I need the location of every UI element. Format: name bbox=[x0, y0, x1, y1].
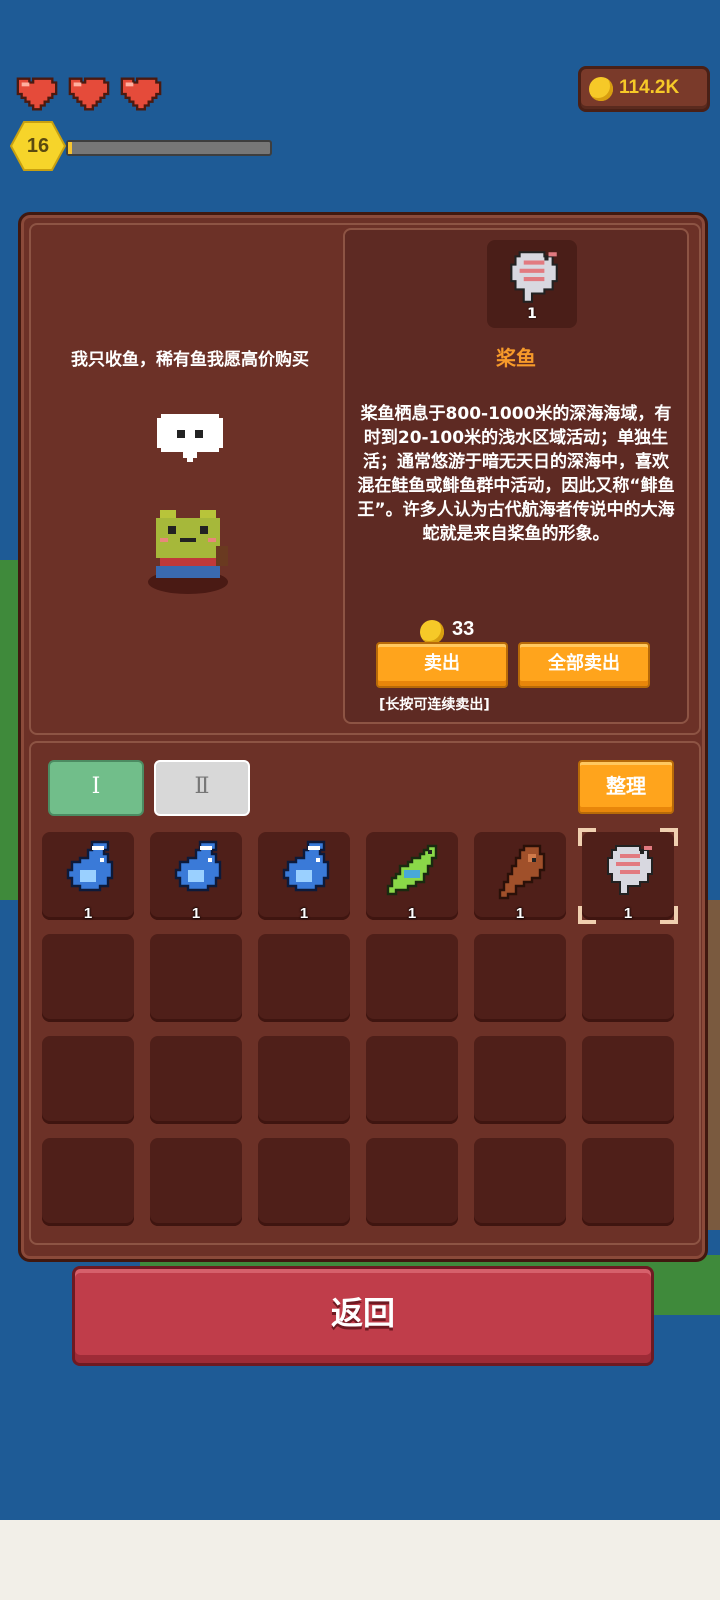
inventory-slot[interactable] bbox=[582, 1036, 674, 1124]
inventory-slot[interactable] bbox=[258, 934, 350, 1022]
inventory-slot[interactable] bbox=[582, 934, 674, 1022]
blue-fish-icon bbox=[282, 840, 330, 892]
sort-button-wrap[interactable]: 整理 bbox=[578, 760, 674, 814]
inventory-slot[interactable] bbox=[366, 1138, 458, 1226]
npc-speech-text: 我只收鱼，稀有鱼我愿高价购买 bbox=[71, 350, 309, 370]
inventory-slot[interactable] bbox=[42, 1138, 134, 1226]
item-description: 桨鱼栖息于800-1000米的深海海域，有时到20-100米的浅水区域活动；单独… bbox=[357, 404, 675, 544]
item-detail-panel: 1 桨鱼 桨鱼栖息于800-1000米的深海海域，有时到20-100米的浅水区域… bbox=[343, 228, 689, 724]
speech-bubble-icon bbox=[157, 414, 223, 462]
oarfish-icon bbox=[510, 251, 558, 303]
sell-hint: [长按可连续卖出] bbox=[379, 697, 490, 713]
green-fish-icon bbox=[386, 844, 438, 896]
item-qty: 1 bbox=[299, 905, 309, 922]
inventory-slot[interactable] bbox=[150, 1138, 242, 1226]
heart-icon bbox=[120, 77, 162, 111]
sell-button[interactable]: 卖出 bbox=[376, 642, 508, 688]
inventory-slot[interactable] bbox=[366, 934, 458, 1022]
selection-corner bbox=[660, 828, 678, 846]
inventory-grid: 1 1 1 1 1 1 bbox=[42, 828, 678, 1226]
level-number: 16 bbox=[26, 135, 50, 157]
heart-icon bbox=[16, 77, 58, 111]
inventory-slot[interactable] bbox=[150, 1036, 242, 1124]
xp-bar bbox=[66, 140, 272, 156]
item-name: 桨鱼 bbox=[496, 346, 536, 370]
xp-bar-fill bbox=[68, 142, 73, 154]
inventory-slot[interactable]: 1 bbox=[42, 832, 134, 922]
inventory-slot[interactable]: 1 bbox=[366, 832, 458, 922]
item-qty: 1 bbox=[623, 905, 633, 922]
inventory-slot[interactable] bbox=[474, 934, 566, 1022]
item-qty: 1 bbox=[515, 905, 525, 922]
blue-fish-icon bbox=[66, 840, 114, 892]
inventory-slot[interactable]: 1 bbox=[474, 832, 566, 922]
sort-button[interactable]: 整理 bbox=[578, 760, 674, 814]
back-button[interactable]: 返回 bbox=[72, 1266, 654, 1366]
price-value: 33 bbox=[452, 618, 475, 640]
item-qty: 1 bbox=[407, 905, 417, 922]
blue-fish-icon bbox=[174, 840, 222, 892]
inventory-slot[interactable] bbox=[258, 1138, 350, 1226]
coin-amount: 114.2K bbox=[619, 77, 680, 98]
inventory-slot[interactable] bbox=[42, 934, 134, 1022]
inventory-slot[interactable]: 1 bbox=[150, 832, 242, 922]
inventory-slot[interactable] bbox=[258, 1036, 350, 1124]
system-bottom-bar bbox=[0, 1520, 720, 1600]
item-qty: 1 bbox=[83, 905, 93, 922]
inventory-slot[interactable] bbox=[42, 1036, 134, 1124]
heart-icon bbox=[68, 77, 110, 111]
item-qty: 1 bbox=[191, 905, 201, 922]
inventory-slot[interactable]: 1 bbox=[578, 828, 678, 924]
inventory-slot[interactable] bbox=[474, 1138, 566, 1226]
health-hearts bbox=[14, 74, 164, 114]
selected-item-frame: 1 bbox=[487, 240, 577, 328]
inventory-slot[interactable] bbox=[366, 1036, 458, 1124]
tab-page-1[interactable]: Ⅰ bbox=[48, 760, 144, 816]
coin-counter: 114.2K bbox=[578, 66, 710, 112]
selected-item-qty: 1 bbox=[527, 306, 537, 322]
inventory-slot[interactable] bbox=[474, 1036, 566, 1124]
brown-fish-icon bbox=[498, 844, 546, 900]
coin-icon bbox=[589, 77, 613, 101]
inventory-slot[interactable] bbox=[150, 934, 242, 1022]
tab-page-2[interactable]: Ⅱ bbox=[154, 760, 250, 816]
inventory-slot[interactable]: 1 bbox=[258, 832, 350, 922]
frog-merchant-icon[interactable] bbox=[140, 498, 236, 594]
level-indicator: 16 bbox=[10, 120, 272, 172]
oarfish-icon bbox=[607, 845, 653, 895]
sell-all-button[interactable]: 全部卖出 bbox=[518, 642, 650, 688]
coin-icon bbox=[420, 620, 444, 644]
inventory-slot[interactable] bbox=[582, 1138, 674, 1226]
